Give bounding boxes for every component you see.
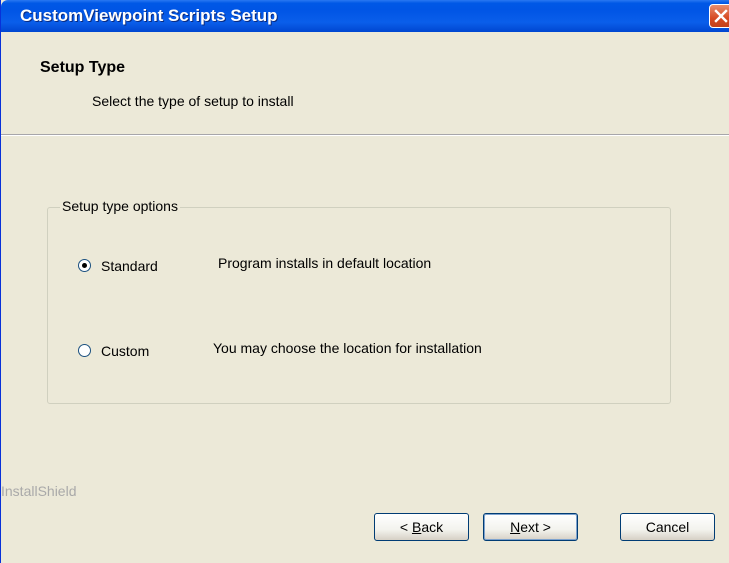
setup-options-groupbox bbox=[47, 207, 671, 404]
header-divider bbox=[1, 134, 729, 136]
page-title: Setup Type bbox=[40, 59, 126, 76]
back-hotkey: B bbox=[411, 519, 422, 535]
radio-dot-icon bbox=[82, 263, 87, 268]
cancel-button[interactable]: Cancel bbox=[620, 513, 715, 541]
installshield-brand: InstallShield bbox=[1, 483, 77, 499]
next-hotkey: N bbox=[510, 519, 521, 535]
standard-description: Program installs in default location bbox=[218, 255, 432, 271]
window-title: CustomViewpoint Scripts Setup bbox=[20, 6, 278, 25]
custom-radio[interactable] bbox=[78, 344, 91, 357]
custom-description: You may choose the location for installa… bbox=[213, 340, 482, 356]
title-bar[interactable]: CustomViewpoint Scripts Setup bbox=[1, 0, 729, 32]
setup-dialog: CustomViewpoint Scripts Setup Setup Type… bbox=[0, 0, 729, 563]
groupbox-label: Setup type options bbox=[60, 198, 180, 214]
close-button[interactable] bbox=[709, 4, 729, 28]
back-label-rest: ack bbox=[421, 519, 444, 535]
standard-label[interactable]: Standard bbox=[101, 258, 158, 274]
header-panel: Setup Type Select the type of setup to i… bbox=[1, 32, 729, 134]
page-subtitle: Select the type of setup to install bbox=[92, 93, 294, 109]
next-label-rest: ext > bbox=[520, 519, 551, 535]
standard-radio[interactable] bbox=[78, 259, 91, 272]
back-button[interactable]: < Back bbox=[374, 513, 469, 541]
next-button[interactable]: Next > bbox=[483, 513, 578, 541]
back-prefix: < bbox=[399, 519, 412, 535]
close-x-icon bbox=[714, 9, 728, 23]
custom-label[interactable]: Custom bbox=[101, 343, 149, 359]
